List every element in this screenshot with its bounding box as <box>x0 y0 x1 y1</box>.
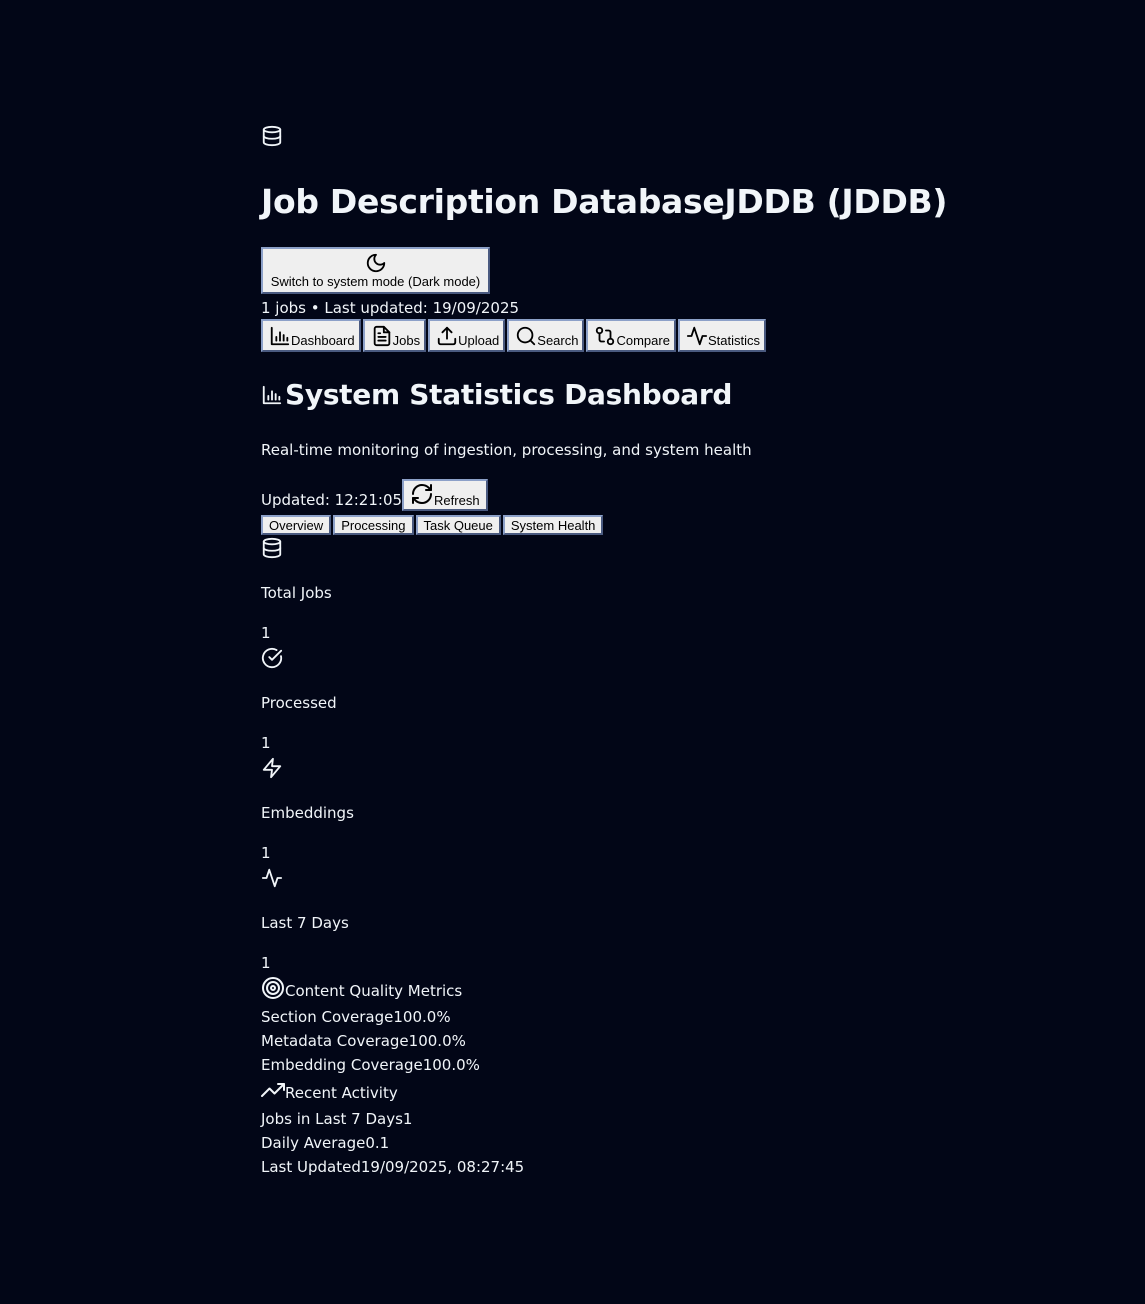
quality-row-label: Embedding Coverage <box>261 1056 423 1074</box>
activity-row-label: Daily Average <box>261 1134 366 1152</box>
nav-statistics-label: Statistics <box>707 333 760 348</box>
activity-row-label: Last Updated <box>261 1158 361 1176</box>
stat-processed-label: Processed <box>261 694 337 712</box>
trending-up-icon <box>261 1083 285 1097</box>
tab-overview[interactable]: Overview <box>261 515 332 535</box>
stat-embeddings-label: Embeddings <box>261 804 354 822</box>
activity-row: Last Updated19/09/2025, 08:27:45 <box>261 1158 524 1176</box>
main-nav: Dashboard Jobs Upload Search Compare Sta… <box>261 319 768 352</box>
page-title: System Statistics Dashboard <box>261 378 732 411</box>
app-title: Job Description DatabaseJDDB (JDDB) <box>261 182 948 221</box>
activity-row-value: 19/09/2025, 08:27:45 <box>360 1158 525 1176</box>
moon-icon <box>366 253 385 273</box>
theme-toggle-button[interactable]: Switch to system mode (Dark mode) <box>261 247 490 294</box>
database-icon <box>262 125 282 147</box>
upload-icon <box>437 326 457 346</box>
quality-metrics-title-text: Content Quality Metrics <box>285 982 463 1000</box>
quality-row-label: Section Coverage <box>261 1008 394 1026</box>
nav-statistics[interactable]: Statistics <box>677 319 766 352</box>
nav-search-label: Search <box>537 333 579 348</box>
git-compare-icon <box>596 326 615 346</box>
quality-metrics-title: Content Quality Metrics <box>261 976 462 1000</box>
tab-task-queue[interactable]: Task Queue <box>415 515 501 535</box>
quality-row: Section Coverage100.0% <box>261 1008 451 1026</box>
tab-processing[interactable]: Processing <box>333 515 414 535</box>
stat-last7-value: 1 <box>261 954 271 972</box>
theme-toggle-label: Switch to system mode (Dark mode) <box>270 274 481 289</box>
nav-dashboard-label: Dashboard <box>291 333 355 348</box>
quality-row-value: 100.0% <box>408 1032 466 1050</box>
stat-total-jobs-value: 1 <box>261 624 271 642</box>
nav-upload-label: Upload <box>458 333 500 348</box>
page-subtitle: Real-time monitoring of ingestion, proce… <box>261 441 752 459</box>
quality-row-value: 100.0% <box>393 1008 451 1026</box>
nav-jobs[interactable]: Jobs <box>362 319 427 352</box>
activity-icon <box>261 868 283 888</box>
quality-row-value: 100.0% <box>422 1056 480 1074</box>
bar-chart-icon <box>262 385 282 404</box>
activity-row-value: 0.1 <box>365 1134 390 1152</box>
stat-processed-value: 1 <box>261 734 271 752</box>
recent-activity-title: Recent Activity <box>261 1078 398 1102</box>
activity-row-value: 1 <box>402 1110 413 1128</box>
updated-row: Updated: 12:21:05 Refresh <box>261 479 488 511</box>
stat-embeddings-value: 1 <box>261 844 271 862</box>
nav-compare-label: Compare <box>616 333 670 348</box>
stat-total-jobs-label: Total Jobs <box>261 584 332 602</box>
zap-icon <box>262 757 282 779</box>
activity-icon <box>686 326 708 346</box>
refresh-button[interactable]: Refresh <box>402 479 488 511</box>
refresh-icon <box>412 484 433 504</box>
quality-row: Metadata Coverage100.0% <box>261 1032 466 1050</box>
nav-compare[interactable]: Compare <box>586 319 676 352</box>
nav-upload[interactable]: Upload <box>428 319 506 352</box>
jobs-meta: 1 jobs • Last updated: 19/09/2025 <box>261 299 520 317</box>
updated-time: Updated: 12:21:05 <box>261 491 403 509</box>
activity-row: Jobs in Last 7 Days1 <box>261 1110 412 1128</box>
recent-activity-title-text: Recent Activity <box>285 1084 398 1102</box>
activity-row: Daily Average0.1 <box>261 1134 389 1152</box>
target-icon <box>262 977 284 999</box>
file-text-icon <box>373 325 390 347</box>
activity-row-label: Jobs in Last 7 Days <box>261 1110 403 1128</box>
stat-last7-label: Last 7 Days <box>261 914 349 932</box>
page-title-text: System Statistics Dashboard <box>285 378 733 411</box>
nav-jobs-label: Jobs <box>392 333 421 348</box>
quality-row: Embedding Coverage100.0% <box>261 1056 480 1074</box>
nav-search[interactable]: Search <box>507 319 585 352</box>
stats-tabs: Overview Processing Task Queue System He… <box>261 515 605 535</box>
check-circle-icon <box>261 647 283 669</box>
bar-chart-icon <box>270 326 290 346</box>
search-icon <box>517 326 536 346</box>
database-icon <box>262 537 282 559</box>
tab-system-health[interactable]: System Health <box>502 515 604 535</box>
nav-dashboard[interactable]: Dashboard <box>261 319 361 352</box>
refresh-label: Refresh <box>434 493 480 508</box>
quality-row-label: Metadata Coverage <box>261 1032 409 1050</box>
